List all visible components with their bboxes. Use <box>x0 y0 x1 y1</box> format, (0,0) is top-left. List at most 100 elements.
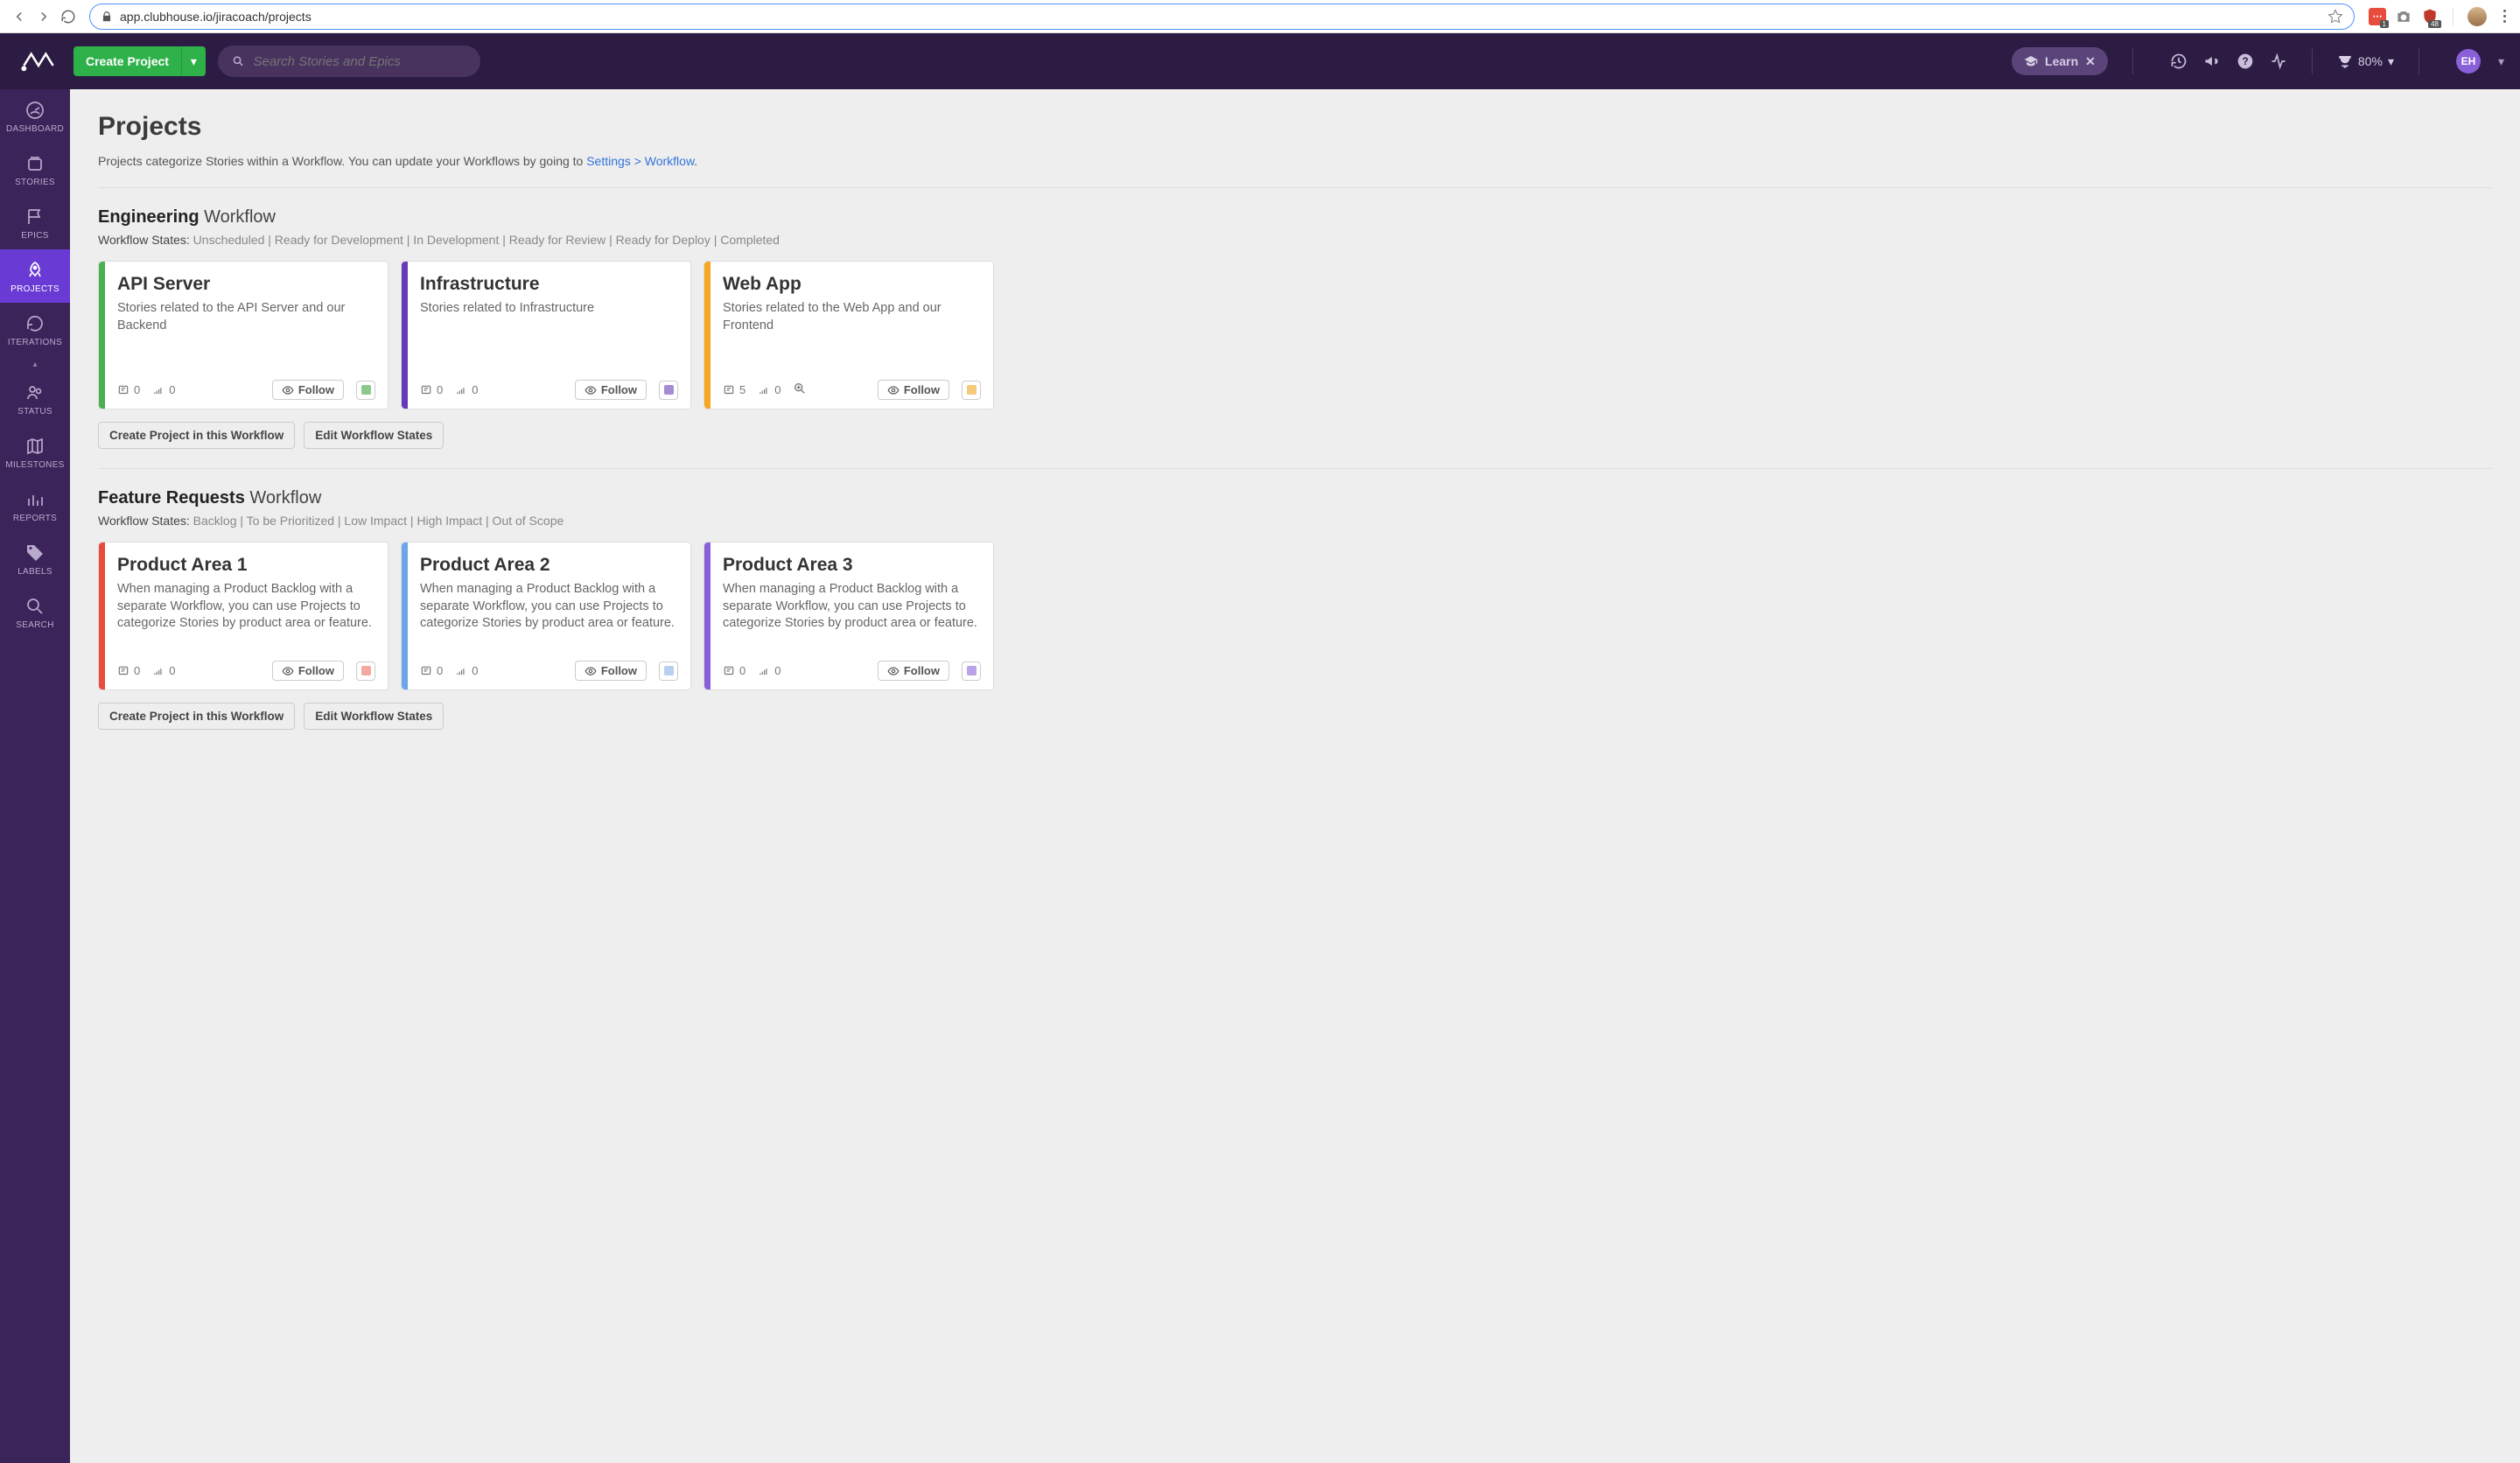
user-avatar[interactable]: EH <box>2456 49 2481 74</box>
sidebar-item-status[interactable]: STATUS <box>0 372 70 425</box>
learn-button[interactable]: Learn ✕ <box>2012 47 2108 75</box>
create-dropdown-caret[interactable]: ▾ <box>181 46 206 76</box>
forward-button[interactable] <box>32 4 56 29</box>
points-count: 0 <box>455 383 478 396</box>
trophy-progress[interactable]: 80% ▾ <box>2337 53 2394 69</box>
project-card[interactable]: API ServerStories related to the API Ser… <box>98 261 388 410</box>
eye-icon <box>584 665 597 677</box>
project-description: Stories related to the Web App and our F… <box>723 300 981 371</box>
color-chip[interactable] <box>659 662 678 681</box>
sidebar-item-epics[interactable]: EPICS <box>0 196 70 249</box>
sidebar-item-labels[interactable]: LABELS <box>0 532 70 585</box>
card-footer: 00Follow <box>117 380 375 400</box>
color-chip[interactable] <box>962 662 981 681</box>
card-footer: 50Follow <box>723 380 981 400</box>
address-bar[interactable]: app.clubhouse.io/jiracoach/projects <box>89 4 2355 30</box>
signal-icon <box>455 384 467 396</box>
color-chip[interactable] <box>356 381 375 400</box>
stories-count: 0 <box>723 664 746 677</box>
doc-icon <box>420 384 432 396</box>
sidebar-item-reports[interactable]: REPORTS <box>0 479 70 532</box>
stories-count: 0 <box>420 383 443 396</box>
main-content: Projects Projects categorize Stories wit… <box>70 89 2520 1463</box>
card-footer: 00Follow <box>723 661 981 681</box>
create-project-workflow-button[interactable]: Create Project in this Workflow <box>98 422 295 449</box>
project-card[interactable]: Product Area 1 When managing a Product Ba… <box>98 542 388 690</box>
megaphone-icon[interactable] <box>2203 52 2221 70</box>
doc-icon <box>117 384 130 396</box>
edit-workflow-states-button[interactable]: Edit Workflow States <box>304 422 444 449</box>
sidebar-item-dashboard[interactable]: DASHBOARD <box>0 89 70 143</box>
follow-button[interactable]: Follow <box>272 380 344 400</box>
follow-button[interactable]: Follow <box>878 661 949 681</box>
project-description: When managing a Product Backlog with a s… <box>117 581 375 652</box>
close-icon[interactable]: ✕ <box>2085 54 2096 69</box>
sidebar-item-stories[interactable]: STORIES <box>0 143 70 196</box>
project-card[interactable]: Web App Stories related to the Web App an… <box>704 261 994 410</box>
points-count: 0 <box>152 383 175 396</box>
map-icon <box>24 436 46 457</box>
profile-avatar[interactable] <box>2468 7 2487 26</box>
activity-icon[interactable] <box>2270 52 2287 70</box>
project-description: Stories related to Infrastructure <box>420 300 678 371</box>
sidebar-item-milestones[interactable]: MILESTONES <box>0 425 70 479</box>
follow-button[interactable]: Follow <box>575 661 647 681</box>
search-box[interactable] <box>218 46 480 77</box>
sidebar-item-search[interactable]: SEARCH <box>0 585 70 639</box>
create-project-workflow-button[interactable]: Create Project in this Workflow <box>98 703 295 730</box>
star-icon[interactable] <box>2328 9 2343 24</box>
help-icon[interactable]: ? <box>2236 52 2254 70</box>
project-card[interactable]: Product Area 2When managing a Product Ba… <box>401 542 691 690</box>
bars-icon <box>24 489 46 510</box>
workflow-title: Feature Requests Workflow <box>98 488 2492 508</box>
signal-icon <box>455 665 467 677</box>
history-icon[interactable] <box>2170 52 2188 70</box>
chevron-down-icon: ▾ <box>2388 54 2394 69</box>
eye-icon <box>887 665 900 677</box>
project-card[interactable]: Infrastructure Stories related to Infrast… <box>401 261 691 410</box>
follow-button[interactable]: Follow <box>272 661 344 681</box>
doc-icon <box>723 384 735 396</box>
back-button[interactable] <box>7 4 32 29</box>
color-chip[interactable] <box>962 381 981 400</box>
create-project-button[interactable]: Create Project ▾ <box>74 46 206 76</box>
edit-workflow-states-button[interactable]: Edit Workflow States <box>304 703 444 730</box>
extension-1-icon[interactable]: ⋯1 <box>2369 8 2386 25</box>
card-footer: 00 Follow <box>420 380 678 400</box>
color-chip[interactable] <box>659 381 678 400</box>
project-description: When managing a Product Backlog with a s… <box>723 581 981 652</box>
camera-icon[interactable] <box>2395 8 2412 25</box>
flag-icon <box>24 206 46 228</box>
project-title: Web App <box>723 274 981 295</box>
shield-icon[interactable]: 48 <box>2421 8 2439 25</box>
doc-icon <box>420 665 432 677</box>
app-logo[interactable] <box>16 48 61 74</box>
follow-button[interactable]: Follow <box>575 380 647 400</box>
page-title: Projects <box>98 112 2492 142</box>
zoom-icon[interactable] <box>793 382 807 398</box>
sidebar-collapse[interactable]: ▴ <box>0 356 70 372</box>
lock-icon <box>101 10 113 23</box>
search-input[interactable] <box>253 54 466 69</box>
project-title: Product Area 1 <box>117 555 375 576</box>
project-card[interactable]: Product Area 3When managing a Product Ba… <box>704 542 994 690</box>
color-chip[interactable] <box>356 662 375 681</box>
signal-icon <box>152 665 164 677</box>
doc-icon <box>723 665 735 677</box>
reload-button[interactable] <box>56 4 80 29</box>
card-stripe <box>99 542 105 690</box>
project-description: Stories related to the API Server and ou… <box>117 300 375 371</box>
eye-icon <box>282 384 294 396</box>
project-title: Infrastructure <box>420 274 678 295</box>
user-menu-caret[interactable]: ▾ <box>2498 54 2504 69</box>
browser-menu-icon[interactable] <box>2496 10 2513 23</box>
stories-count: 0 <box>117 664 140 677</box>
search-icon <box>24 596 46 617</box>
points-count: 0 <box>152 664 175 677</box>
sidebar-item-iterations[interactable]: ITERATIONS <box>0 303 70 356</box>
sidebar-item-projects[interactable]: PROJECTS <box>0 249 70 303</box>
settings-workflow-link[interactable]: Settings > Workflow <box>586 154 694 168</box>
follow-button[interactable]: Follow <box>878 380 949 400</box>
workflow-title: Engineering Workflow <box>98 207 2492 228</box>
signal-icon <box>758 665 770 677</box>
